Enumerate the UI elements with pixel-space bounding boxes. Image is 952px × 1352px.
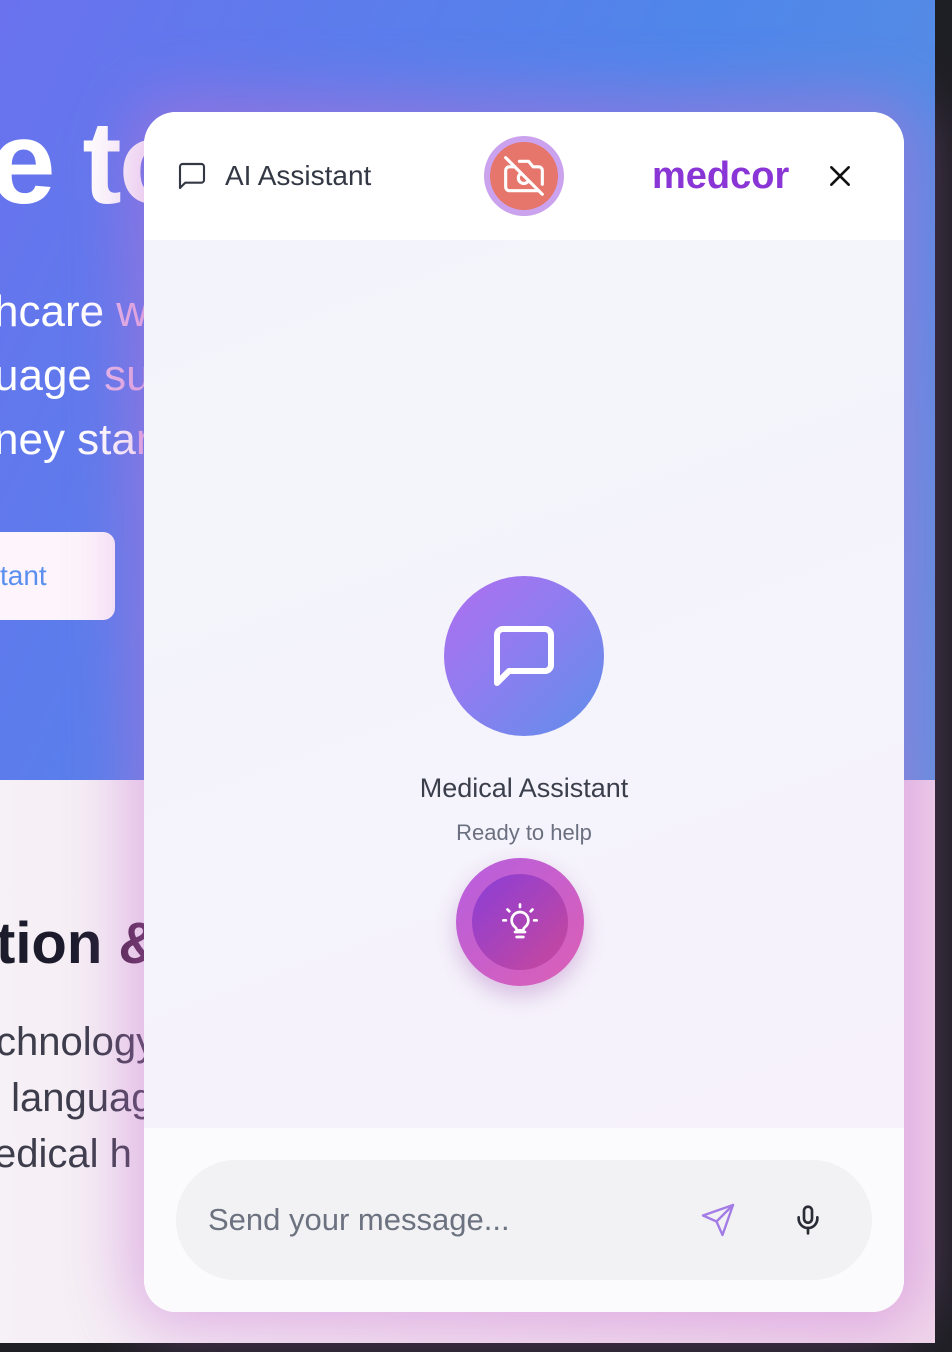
brand-logo: medcor <box>652 155 790 197</box>
chat-footer <box>144 1128 904 1312</box>
message-square-icon <box>494 626 554 686</box>
hero-subtitle-line: hcare w <box>0 290 148 334</box>
close-button[interactable] <box>824 160 856 192</box>
hero-subtitle-text: hcare <box>0 287 117 336</box>
hero-subtitle-text: ney sta <box>0 415 136 464</box>
suggestions-button-inner <box>472 874 568 970</box>
assistant-status: Ready to help <box>456 820 592 845</box>
camera-toggle-button[interactable] <box>484 136 564 216</box>
chat-body: Medical Assistant Ready to help <box>144 240 904 1248</box>
section-text-line: chnology <box>0 1020 157 1064</box>
hero-assistant-button[interactable]: tant <box>0 532 115 620</box>
section-title-text: tion <box>0 911 119 976</box>
message-input[interactable] <box>208 1190 678 1250</box>
lightbulb-icon <box>502 903 538 939</box>
section-text-line: languag <box>0 1076 154 1120</box>
hero-subtitle-text: uage <box>0 351 105 400</box>
close-icon <box>830 166 850 186</box>
section-title: tion & <box>0 915 160 973</box>
send-icon[interactable] <box>700 1202 736 1238</box>
chat-widget: AI Assistant medcor Medical Assistant Re… <box>144 112 904 1312</box>
hero-subtitle-line: uage su <box>0 354 151 398</box>
chat-title: AI Assistant <box>225 160 372 191</box>
suggestions-button[interactable] <box>456 858 584 986</box>
microphone-icon[interactable] <box>792 1202 824 1238</box>
section-text-line: edical h <box>0 1132 132 1176</box>
hero-subtitle-line: ney star <box>0 418 151 462</box>
message-square-icon <box>178 162 206 190</box>
message-composer <box>176 1160 872 1280</box>
assistant-avatar <box>444 576 604 736</box>
chat-header: AI Assistant medcor <box>144 112 904 240</box>
camera-badge-inner <box>490 142 558 210</box>
assistant-name: Medical Assistant <box>419 773 629 803</box>
camera-off-icon <box>504 156 544 196</box>
